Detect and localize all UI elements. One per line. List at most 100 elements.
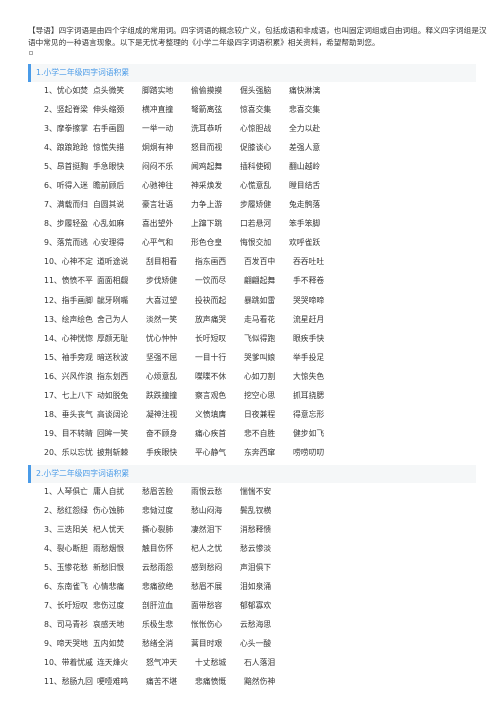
- word-cell: 哭哭啼啼: [293, 295, 325, 305]
- word-cell: 回眸一笑: [97, 428, 129, 438]
- row-lead-word: 3、三迭阳关: [44, 525, 88, 535]
- row-lead-word: 12、指手画脚: [44, 295, 93, 305]
- row-lead-word: 1、人琴俱亡: [44, 487, 88, 496]
- word-cell: 一饮而尽: [195, 276, 227, 286]
- word-cell: 全力以赴: [289, 124, 321, 134]
- word-cell: 上蹿下跳: [191, 219, 223, 229]
- word-cell: 一目十行: [195, 352, 227, 362]
- word-cell: 插科使砌: [240, 162, 272, 172]
- row-lead-word: 13、绘声绘色: [44, 314, 93, 324]
- word-cell: 步履矫健: [240, 200, 272, 210]
- word-cell: 心如刀割: [244, 371, 276, 381]
- section-header-1: 1.小学二年级四字词语积累: [28, 64, 476, 82]
- word-cell: 心驰神往: [142, 181, 174, 191]
- word-cell: 面面相觑: [97, 276, 129, 286]
- word-cell: 大喜过望: [146, 295, 178, 305]
- row-lead-word: 16、兴风作浪: [44, 371, 93, 381]
- word-cell: 舍己为人: [97, 314, 129, 324]
- row-lead-word: 19、目不转睛: [44, 428, 93, 438]
- word-cell: 大惊失色: [293, 371, 325, 381]
- word-cell: 伤心蚀肺: [93, 506, 125, 516]
- word-cell: 淡然一笑: [146, 314, 178, 324]
- word-cell: 闷闷不乐: [142, 162, 174, 172]
- word-cell: 痛苦不堪: [146, 677, 178, 687]
- intro-paragraph: 【导语】四字词语是由四个字组成的常用词。四字词语的概念较广义，包括成语和非成语，…: [28, 26, 487, 47]
- word-cell: 日夜兼程: [244, 409, 276, 419]
- word-cell: 凄然泪下: [191, 525, 223, 535]
- word-cell: 雨恨云愁: [191, 487, 223, 496]
- word-cell: 炯炯有神: [142, 143, 174, 153]
- word-cell: 愁绪全消: [142, 639, 174, 649]
- word-cell: 惊喜交集: [240, 105, 272, 115]
- row-lead-word: 15、袖手旁观: [44, 352, 93, 362]
- word-cell: 唠唠叨叨: [293, 447, 325, 457]
- word-cell: 痛快淋漓: [289, 86, 321, 95]
- row-lead-word: 14、心神恍惚: [44, 333, 93, 343]
- word-cell: 云愁雨怨: [142, 563, 174, 573]
- word-cell: 健步如飞: [293, 428, 325, 438]
- word-cell: 愁眉苦脸: [142, 487, 174, 496]
- word-cell: 偷偷摸摸: [191, 86, 223, 95]
- word-cell: 手急眼快: [93, 162, 125, 172]
- row-lead-word: 5、玉惨花愁: [44, 563, 88, 573]
- word-cell: 凝神注视: [146, 409, 178, 419]
- word-cell: 心乱如麻: [93, 219, 125, 229]
- row-lead-word: 2、愁红怨绿: [44, 506, 88, 516]
- word-cell: 伸头缩颈: [93, 105, 125, 115]
- row-lead-word: 6、听得入迷: [44, 181, 88, 191]
- word-cell: 悲喜交集: [289, 105, 321, 115]
- word-cell: 愁云惨淡: [240, 544, 272, 554]
- row-lead-word: 2、竖起脊梁: [44, 105, 88, 115]
- word-cell: 投袂而起: [195, 295, 227, 305]
- word-cell: 郁郁寡欢: [240, 601, 272, 611]
- word-cell: 手疾眼快: [146, 447, 178, 457]
- row-lead-word: 6、东南雀飞: [44, 582, 88, 592]
- word-cell: 消愁释愦: [240, 525, 272, 535]
- word-cell: 手不释卷: [293, 276, 325, 286]
- word-cell: 百发百中: [244, 257, 276, 267]
- word-cell: 厚颜无耻: [97, 333, 129, 343]
- word-cell: 悲恸过度: [142, 506, 174, 516]
- word-cell: 杞人忧天: [93, 525, 125, 535]
- word-cell: 怒气冲天: [146, 658, 178, 668]
- row-lead-word: 8、步履轻盈: [44, 219, 88, 229]
- word-cell: 奋不顾身: [146, 428, 178, 438]
- word-cell: 倔头强脑: [240, 86, 272, 95]
- row-lead-word: 5、昂首挺胸: [44, 162, 88, 172]
- word-cell: 欢呼雀跃: [289, 238, 321, 248]
- word-cell: 泪如泉涌: [240, 582, 272, 592]
- word-cell: 神采焕发: [191, 181, 223, 191]
- row-lead-word: 11、愁肠九回: [44, 677, 93, 687]
- word-cell: 云愁海思: [240, 620, 272, 630]
- row-lead-word: 8、司马青衫: [44, 620, 88, 630]
- word-cell: 哭爹叫娘: [244, 352, 276, 362]
- word-cell: 跌跌撞撞: [146, 390, 178, 400]
- word-cell: 瞻前顾后: [93, 181, 125, 191]
- word-cell: 乐极生悲: [142, 620, 174, 630]
- row-lead-word: 3、摩拳擦掌: [44, 124, 88, 134]
- word-cell: 闻鸡起舞: [191, 162, 223, 172]
- word-cell: 哀感天地: [93, 620, 125, 630]
- word-cell: 披荆斩棘: [97, 447, 129, 457]
- word-cell: 指东划西: [97, 371, 129, 381]
- word-cell: 痛心疾首: [195, 428, 227, 438]
- word-cell: 愁山闷海: [191, 506, 223, 516]
- row-lead-word: 11、愤愤不平: [44, 276, 93, 286]
- word-cell: 兔走鹘落: [289, 200, 321, 210]
- word-cell: 新愁旧恨: [93, 563, 125, 573]
- word-cell: 得意忘形: [293, 409, 325, 419]
- word-cell: 察言观色: [195, 390, 227, 400]
- word-cell: 差强人意: [289, 143, 321, 153]
- word-cell: 点头微笑: [93, 86, 125, 95]
- word-cell: 庸人自扰: [93, 487, 125, 496]
- word-cell: 飞似得跑: [244, 333, 276, 343]
- row-lead-word: 9、啼天哭地: [44, 639, 88, 649]
- word-cell: 放声痛哭: [195, 314, 227, 324]
- row-lead-word: 17、七上八下: [44, 390, 93, 400]
- word-cell: 悲痛愤慨: [195, 677, 227, 687]
- row-lead-word: 7、长吁短叹: [44, 601, 88, 611]
- word-cell: 黯然伤神: [244, 677, 276, 687]
- word-cell: 力争上游: [191, 200, 223, 210]
- word-cell: 挖空心思: [244, 390, 276, 400]
- word-cell: 道听途说: [97, 257, 129, 267]
